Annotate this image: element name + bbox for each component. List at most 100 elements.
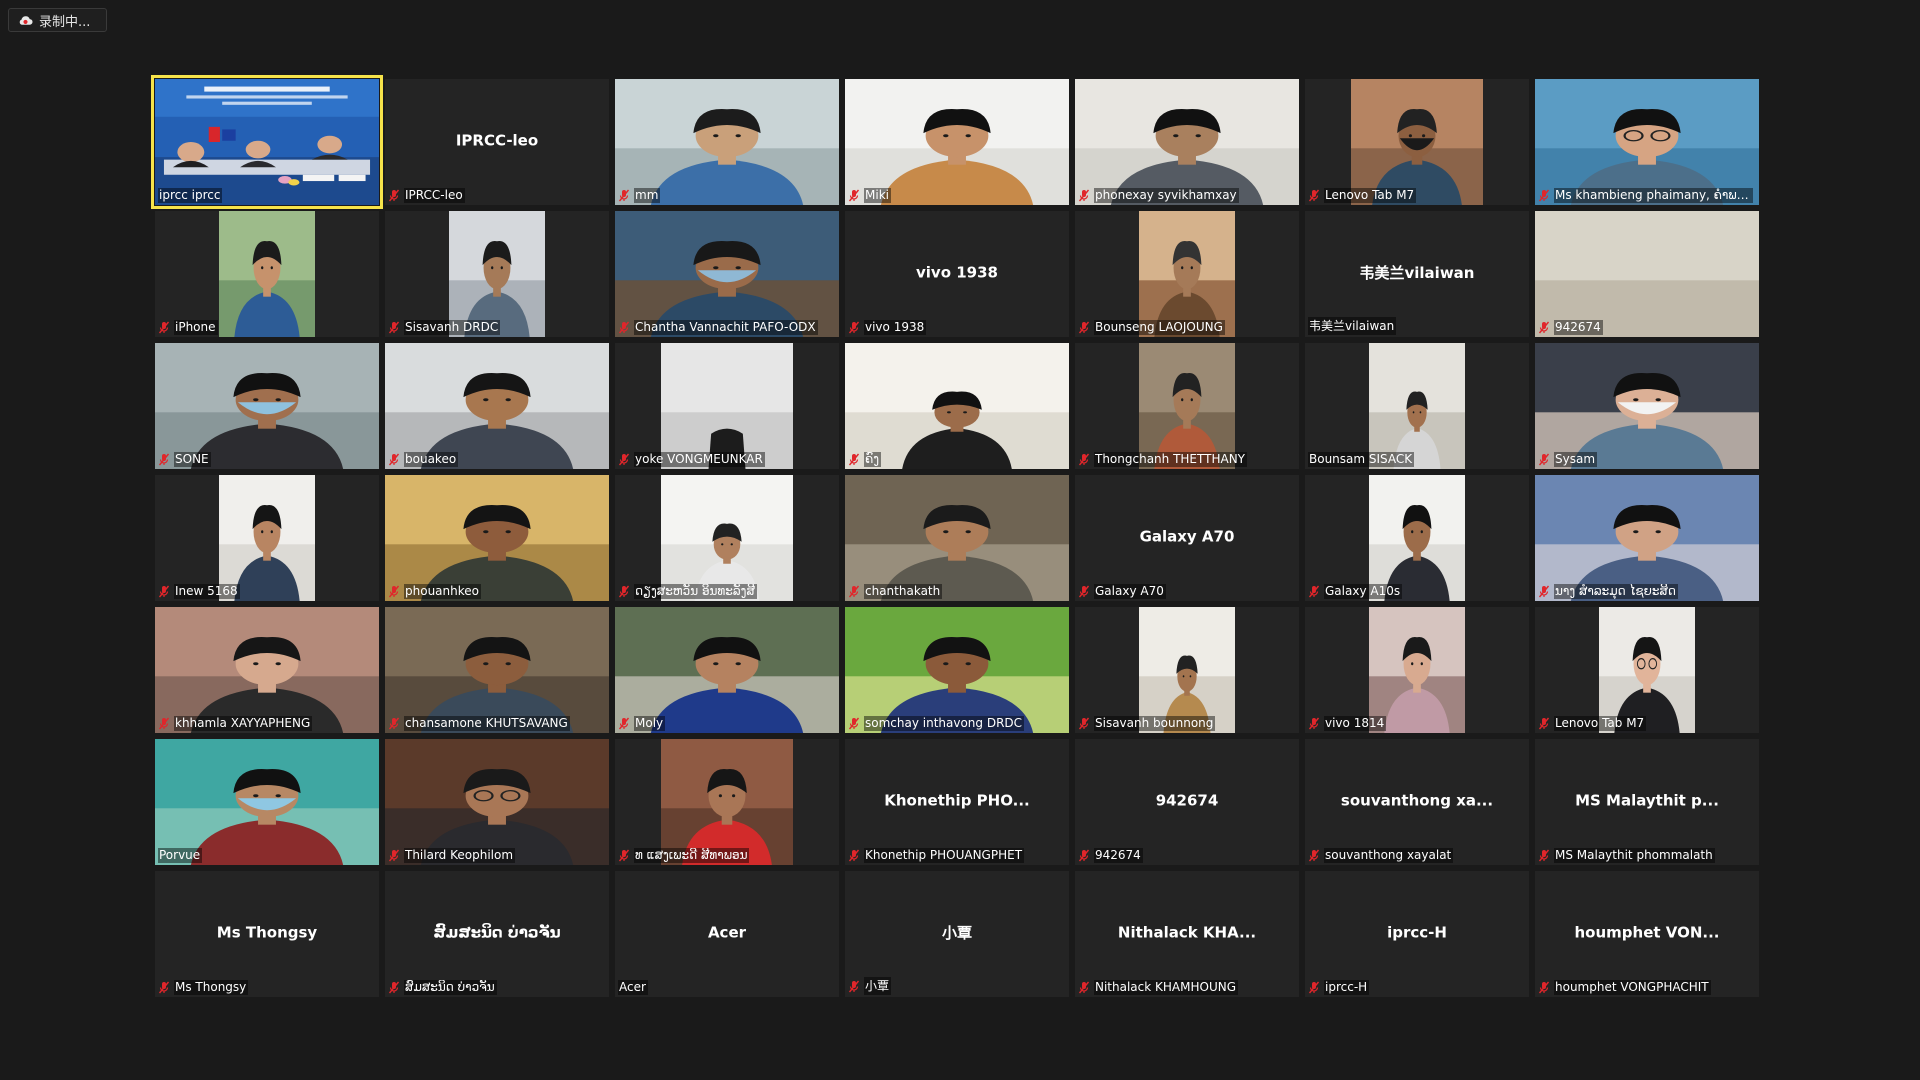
participant-name: ດຽງສະຫວັນ ອິນທະລັງສີ [634, 584, 757, 599]
participant-video [155, 79, 379, 205]
recording-indicator[interactable]: 录制中... [8, 8, 107, 32]
participant-tile[interactable]: MS Malaythit p... MS Malaythit phommalat… [1535, 739, 1759, 865]
participant-tile[interactable]: Bounsam SISACK [1305, 343, 1529, 469]
mic-muted-icon [1078, 321, 1090, 334]
participant-name: phouanhkeo [404, 584, 481, 599]
participant-tile[interactable]: Bounseng LAOJOUNG [1075, 211, 1299, 337]
participant-center-name: MS Malaythit p... [1575, 791, 1719, 810]
participant-video [1535, 475, 1759, 601]
participant-tile[interactable]: Thilard Keophilom [385, 739, 609, 865]
participant-tile[interactable]: ຄົງ [845, 343, 1069, 469]
participant-name: phonexay syvikhamxay [1094, 188, 1239, 203]
participant-tile[interactable]: Nithalack KHA... Nithalack KHAMHOUNG [1075, 871, 1299, 997]
participant-tile[interactable]: 942674 942674 [1075, 739, 1299, 865]
participant-name: Ms khambieng phaimany, ຄຳພຽງ... [1554, 188, 1753, 203]
participant-tile[interactable]: Moly [615, 607, 839, 733]
participant-name-label: vivo 1938 [848, 320, 1063, 335]
participant-video [155, 739, 379, 865]
participant-name-label: bouakeo [388, 452, 603, 467]
participant-center-name: ສົມສະນິດ ບ່າວຈັນ [433, 923, 561, 942]
participant-tile[interactable]: somchay inthavong DRDC [845, 607, 1069, 733]
mic-muted-icon [1538, 585, 1550, 598]
participant-name: Lenovo Tab M7 [1324, 188, 1417, 203]
participant-tile[interactable]: yoke VONGMEUNKAR [615, 343, 839, 469]
mic-muted-icon [158, 717, 170, 730]
participant-tile[interactable]: Lenovo Tab M7 [1305, 79, 1529, 205]
participant-tile[interactable]: vivo 1938 vivo 1938 [845, 211, 1069, 337]
participant-name: Ms Thongsy [174, 980, 249, 995]
participant-video [385, 475, 609, 601]
mic-muted-icon [388, 585, 400, 598]
participant-video [155, 607, 379, 733]
participant-tile[interactable]: Thongchanh THETTHANY [1075, 343, 1299, 469]
participant-tile[interactable]: Acer Acer [615, 871, 839, 997]
participant-name-label: MS Malaythit phommalath [1538, 848, 1753, 863]
participant-tile[interactable]: houmphet VON... houmphet VONGPHACHIT [1535, 871, 1759, 997]
participant-tile[interactable]: phouanhkeo [385, 475, 609, 601]
participant-name: Nithalack KHAMHOUNG [1094, 980, 1239, 995]
participant-tile[interactable]: Lenovo Tab M7 [1535, 607, 1759, 733]
participant-tile[interactable]: mm [615, 79, 839, 205]
participant-tile[interactable]: ທ ແສງເພະດີ ສີທາພອນ [615, 739, 839, 865]
participant-name: ນາງ ສຳລະມຸດ ໄຊຍະສິດ [1554, 584, 1678, 599]
participant-tile[interactable]: Miki [845, 79, 1069, 205]
participant-video [1369, 475, 1465, 601]
participant-tile[interactable]: souvanthong xa... souvanthong xayalat [1305, 739, 1529, 865]
participant-tile[interactable]: Sisavanh bounnong [1075, 607, 1299, 733]
participant-tile[interactable]: khhamla XAYYAPHENG [155, 607, 379, 733]
participant-video [661, 739, 793, 865]
participant-name-label: Porvue [158, 848, 373, 863]
participant-tile[interactable]: iPhone [155, 211, 379, 337]
participant-video [1139, 607, 1235, 733]
mic-muted-icon [1308, 189, 1320, 202]
participant-video [1599, 607, 1695, 733]
participant-tile[interactable]: chansamone KHUTSAVANG [385, 607, 609, 733]
participant-name-label: iprcc iprcc [158, 188, 373, 203]
participant-name: ຄົງ [864, 452, 882, 467]
participant-tile[interactable]: Galaxy A10s [1305, 475, 1529, 601]
mic-muted-icon [158, 453, 170, 466]
mic-muted-icon [388, 321, 400, 334]
participant-tile[interactable]: 942674 [1535, 211, 1759, 337]
participant-tile[interactable]: ດຽງສະຫວັນ ອິນທະລັງສີ [615, 475, 839, 601]
participant-name-label: ດຽງສະຫວັນ ອິນທະລັງສີ [618, 584, 833, 599]
participant-tile[interactable]: Sysam [1535, 343, 1759, 469]
participant-tile[interactable]: ສົມສະນິດ ບ່າວຈັນ ສົມສະນິດ ບ່າວຈັນ [385, 871, 609, 997]
participant-tile[interactable]: iprcc iprcc [151, 75, 383, 209]
participant-name: Sysam [1554, 452, 1598, 467]
participant-name: Acer [618, 980, 648, 995]
participant-tile[interactable]: vivo 1814 [1305, 607, 1529, 733]
participant-video [219, 475, 315, 601]
participant-tile[interactable]: iprcc-H iprcc-H [1305, 871, 1529, 997]
mic-muted-icon [848, 453, 860, 466]
participant-tile[interactable]: chanthakath [845, 475, 1069, 601]
participant-tile[interactable]: 小覃 小覃 [845, 871, 1069, 997]
participant-tile[interactable]: Chantha Vannachit PAFO-ODX [615, 211, 839, 337]
participant-name-label: vivo 1814 [1308, 716, 1523, 731]
participant-video [385, 343, 609, 469]
participant-tile[interactable]: bouakeo [385, 343, 609, 469]
participant-name: Inew 5168 [174, 584, 240, 599]
participant-tile[interactable]: Sisavanh DRDC [385, 211, 609, 337]
participant-name: chanthakath [864, 584, 943, 599]
participant-name: chansamone KHUTSAVANG [404, 716, 570, 731]
participant-name-label: Miki [848, 188, 1063, 203]
participant-name: Thongchanh THETTHANY [1094, 452, 1248, 467]
cloud-record-icon [19, 15, 33, 25]
participant-name: 942674 [1554, 320, 1603, 335]
participant-tile[interactable]: Galaxy A70 Galaxy A70 [1075, 475, 1299, 601]
participant-tile[interactable]: 韦美兰vilaiwan 韦美兰vilaiwan [1305, 211, 1529, 337]
participant-video [1535, 343, 1759, 469]
participant-tile[interactable]: Porvue [155, 739, 379, 865]
participant-name-label: Bounsam SISACK [1308, 452, 1523, 467]
participant-video [1075, 79, 1299, 205]
participant-tile[interactable]: Ms Thongsy Ms Thongsy [155, 871, 379, 997]
participant-tile[interactable]: Khonethip PHO... Khonethip PHOUANGPHET [845, 739, 1069, 865]
mic-muted-icon [1078, 981, 1090, 994]
participant-tile[interactable]: phonexay syvikhamxay [1075, 79, 1299, 205]
participant-tile[interactable]: Ms khambieng phaimany, ຄຳພຽງ... [1535, 79, 1759, 205]
participant-tile[interactable]: IPRCC-leo IPRCC-leo [385, 79, 609, 205]
participant-tile[interactable]: Inew 5168 [155, 475, 379, 601]
participant-tile[interactable]: ນາງ ສຳລະມຸດ ໄຊຍະສິດ [1535, 475, 1759, 601]
participant-tile[interactable]: SONE [155, 343, 379, 469]
